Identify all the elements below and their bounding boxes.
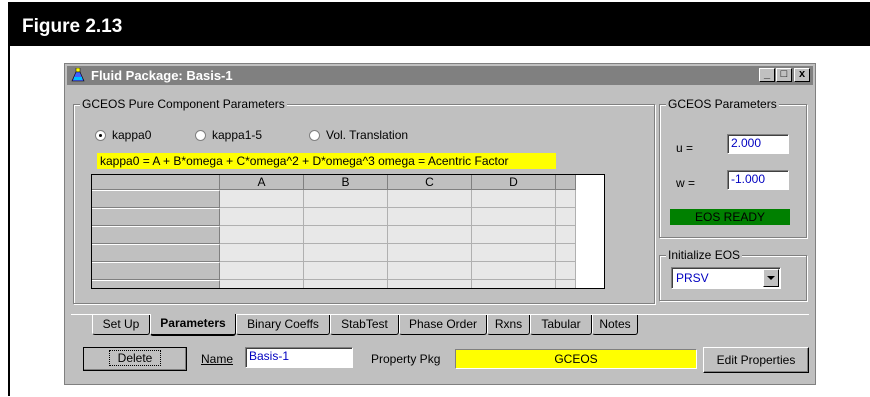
column-header[interactable]: D bbox=[472, 175, 556, 190]
grid-cell-filler bbox=[556, 208, 576, 226]
row-header[interactable] bbox=[92, 280, 220, 288]
grid-cell[interactable] bbox=[388, 244, 472, 262]
radio-unselected-icon bbox=[309, 130, 320, 141]
grid-cell-filler bbox=[556, 262, 576, 280]
u-input[interactable]: 2.000 bbox=[727, 134, 789, 154]
pure-params-label: GCEOS Pure Component Parameters bbox=[80, 97, 287, 111]
figure-title: Figure 2.13 bbox=[22, 16, 123, 37]
chevron-down-icon[interactable] bbox=[763, 269, 779, 287]
radio-unselected-icon bbox=[195, 130, 206, 141]
grid-corner bbox=[92, 175, 220, 190]
grid-cell[interactable] bbox=[304, 208, 388, 226]
eos-select[interactable]: PRSV bbox=[671, 267, 781, 289]
tab-rxns[interactable]: Rxns bbox=[487, 315, 530, 335]
grid-cell[interactable] bbox=[388, 226, 472, 244]
eos-status-bar: EOS READY bbox=[670, 209, 790, 225]
grid-cell[interactable] bbox=[472, 262, 556, 280]
grid-cell[interactable] bbox=[304, 244, 388, 262]
grid-cell[interactable] bbox=[472, 190, 556, 208]
delete-button[interactable]: Delete bbox=[83, 347, 187, 371]
window-titlebar[interactable]: Fluid Package: Basis-1 _ □ x bbox=[67, 66, 813, 85]
figure-rule bbox=[8, 46, 10, 396]
w-input[interactable]: -1.000 bbox=[727, 170, 789, 190]
minimize-button[interactable]: _ bbox=[759, 68, 775, 82]
grid-cell-filler bbox=[556, 244, 576, 262]
name-input[interactable]: Basis-1 bbox=[245, 347, 353, 368]
grid-cell[interactable] bbox=[388, 208, 472, 226]
name-label: Name bbox=[201, 352, 234, 366]
grid-cell[interactable] bbox=[304, 262, 388, 280]
row-header[interactable] bbox=[92, 208, 220, 226]
radio-kappa0-label: kappa0 bbox=[112, 128, 152, 142]
grid-cell[interactable] bbox=[472, 280, 556, 288]
tab-tabular[interactable]: Tabular bbox=[530, 315, 592, 335]
fluid-package-window: Fluid Package: Basis-1 _ □ x GCEOS Pure … bbox=[64, 63, 816, 385]
grid-cell[interactable] bbox=[220, 280, 304, 288]
grid-cell[interactable] bbox=[472, 208, 556, 226]
figure-header: Figure 2.13 bbox=[8, 2, 870, 46]
grid-cell[interactable] bbox=[388, 280, 472, 288]
w-label: w = bbox=[676, 176, 696, 190]
delete-button-label: Delete bbox=[108, 350, 162, 366]
close-button[interactable]: x bbox=[794, 68, 810, 82]
row-header[interactable] bbox=[92, 190, 220, 208]
column-header[interactable]: A bbox=[220, 175, 304, 190]
row-header[interactable] bbox=[92, 244, 220, 262]
maximize-button[interactable]: □ bbox=[776, 68, 792, 82]
initialize-eos-label: Initialize EOS bbox=[666, 248, 743, 262]
grid-cell[interactable] bbox=[220, 244, 304, 262]
radio-selected-icon bbox=[95, 130, 106, 141]
grid-cell-filler bbox=[556, 190, 576, 208]
eos-select-value: PRSV bbox=[676, 271, 709, 285]
edit-properties-button[interactable]: Edit Properties bbox=[703, 347, 809, 373]
tab-parameters[interactable]: Parameters bbox=[150, 314, 236, 336]
grid-cell[interactable] bbox=[220, 262, 304, 280]
kappa-formula: kappa0 = A + B*omega + C*omega^2 + D*ome… bbox=[97, 153, 556, 169]
radio-kappa1-5-label: kappa1-5 bbox=[212, 128, 263, 142]
grid-cell[interactable] bbox=[472, 226, 556, 244]
parameter-grid[interactable]: A B C D bbox=[91, 174, 605, 289]
grid-cell[interactable] bbox=[388, 190, 472, 208]
gceos-params-label: GCEOS Parameters bbox=[666, 97, 779, 111]
flask-icon bbox=[71, 68, 85, 82]
grid-cell[interactable] bbox=[472, 244, 556, 262]
grid-cell[interactable] bbox=[304, 226, 388, 244]
grid-cell[interactable] bbox=[304, 280, 388, 288]
column-header-filler bbox=[556, 175, 576, 190]
grid-cell-filler bbox=[556, 226, 576, 244]
grid-cell-filler bbox=[556, 280, 576, 288]
tab-notes[interactable]: Notes bbox=[592, 315, 638, 335]
u-label: u = bbox=[676, 141, 694, 155]
grid-cell[interactable] bbox=[220, 190, 304, 208]
tab-stabtest[interactable]: StabTest bbox=[330, 315, 399, 335]
radio-kappa0[interactable]: kappa0 bbox=[95, 128, 151, 142]
tab-set-up[interactable]: Set Up bbox=[92, 315, 150, 335]
grid-cell[interactable] bbox=[220, 226, 304, 244]
radio-kappa1-5[interactable]: kappa1-5 bbox=[195, 128, 262, 142]
grid-cell[interactable] bbox=[304, 190, 388, 208]
radio-vol-translation-label: Vol. Translation bbox=[326, 128, 409, 142]
tab-binary-coeffs[interactable]: Binary Coeffs bbox=[236, 315, 330, 335]
column-header[interactable]: B bbox=[304, 175, 388, 190]
tab-phase-order[interactable]: Phase Order bbox=[399, 315, 487, 335]
radio-vol-translation[interactable]: Vol. Translation bbox=[309, 128, 408, 142]
property-pkg-value: GCEOS bbox=[455, 349, 697, 369]
row-header[interactable] bbox=[92, 226, 220, 244]
grid-cell[interactable] bbox=[388, 262, 472, 280]
property-pkg-label: Property Pkg bbox=[371, 352, 441, 366]
grid-cell[interactable] bbox=[220, 208, 304, 226]
window-title: Fluid Package: Basis-1 bbox=[91, 68, 233, 83]
column-header[interactable]: C bbox=[388, 175, 472, 190]
row-header[interactable] bbox=[92, 262, 220, 280]
